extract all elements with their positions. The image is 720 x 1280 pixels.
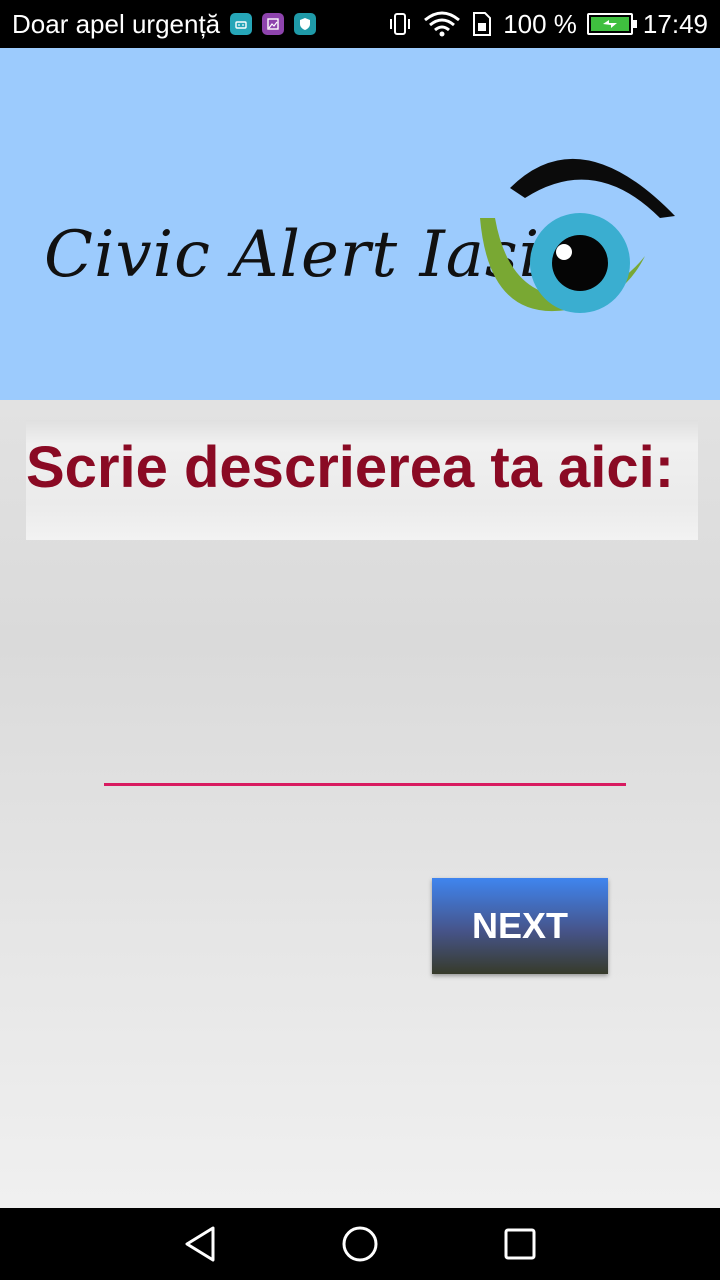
image-icon <box>262 13 285 35</box>
shield-icon <box>294 13 317 35</box>
eye-logo-icon <box>480 158 675 313</box>
vibrate-icon <box>387 11 413 37</box>
status-right: 100 % 17:49 <box>387 9 708 40</box>
description-input[interactable] <box>104 700 626 786</box>
back-icon[interactable] <box>180 1224 220 1264</box>
recents-icon[interactable] <box>500 1224 540 1264</box>
content-area: Scrie descrierea ta aici: NEXT <box>0 400 720 1208</box>
status-left: Doar apel urgență <box>12 8 317 40</box>
next-button[interactable]: NEXT <box>432 878 608 974</box>
status-bar: Doar apel urgență 100 % 17:49 <box>0 0 720 48</box>
battery-level <box>590 17 629 31</box>
battery-icon <box>586 13 637 35</box>
home-icon[interactable] <box>340 1224 380 1264</box>
android-icon <box>230 13 253 35</box>
battery-percent: 100 % <box>503 8 577 39</box>
wifi-icon <box>423 10 461 38</box>
app-screen: Doar apel urgență 100 % 17:49 Civic Aler… <box>0 0 720 1280</box>
sim-icon <box>471 11 493 37</box>
carrier-text: Doar apel urgență <box>12 8 221 39</box>
navigation-bar <box>0 1208 720 1280</box>
logo-text: Civic Alert Iasi <box>44 218 541 292</box>
status-time: 17:49 <box>642 8 708 39</box>
prompt-label: Scrie descrierea ta aici: <box>26 435 675 500</box>
header-banner: Civic Alert Iasi <box>0 48 720 400</box>
prompt-box: Scrie descrierea ta aici: <box>26 420 698 540</box>
